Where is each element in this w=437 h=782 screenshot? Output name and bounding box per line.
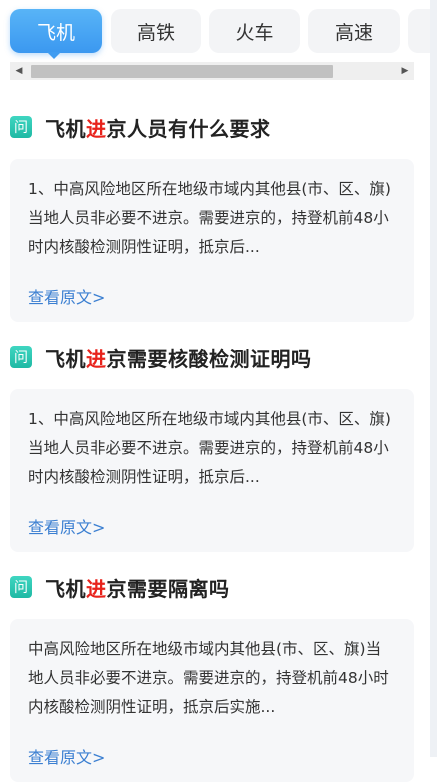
answer-card[interactable]: 1、中高风险地区所在地级市域内其他县(市、区、旗)当地人员非必要不进京。需要进京… (10, 389, 414, 552)
title-highlight: 进 (86, 116, 107, 141)
title-part: 京需要隔离吗 (106, 576, 230, 601)
answer-text: 1、中高风险地区所在地级市域内其他县(市、区、旗)当地人员非必要不进京。需要进京… (28, 180, 391, 256)
title-part: 飞机 (45, 346, 86, 371)
question-section: 问 飞机进京需要隔离吗 中高风险地区所在地级市域内其他县(市、区、旗)当地人员非… (10, 569, 414, 782)
question-icon: 问 (10, 576, 32, 598)
title-part: 飞机 (45, 576, 86, 601)
answer-text: 1、中高风险地区所在地级市域内其他县(市、区、旗)当地人员非必要不进京。需要进京… (28, 410, 391, 486)
answer-text: 中高风险地区所在地级市域内其他县(市、区、旗)当地人员非必要不进京。需要进京的，… (28, 640, 389, 716)
view-original-link[interactable]: 查看原文> (28, 744, 105, 768)
title-part: 飞机 (45, 116, 86, 141)
view-original-link[interactable]: 查看原文> (28, 284, 105, 308)
transport-tabs: 飞机 高铁 火车 高速 (0, 0, 437, 62)
question-section: 问 飞机进京人员有什么要求 1、中高风险地区所在地级市域内其他县(市、区、旗)当… (10, 109, 414, 322)
view-original-link[interactable]: 查看原文> (28, 514, 105, 538)
question-icon: 问 (10, 116, 32, 138)
title-highlight: 进 (86, 346, 107, 371)
answer-card[interactable]: 中高风险地区所在地级市域内其他县(市、区、旗)当地人员非必要不进京。需要进京的，… (10, 619, 414, 782)
active-tab-pointer (47, 52, 61, 59)
scroll-right-icon[interactable]: ▶ (396, 62, 414, 80)
title-part: 京人员有什么要求 (106, 116, 271, 141)
title-highlight: 进 (86, 576, 107, 601)
title-part: 京需要核酸检测证明吗 (106, 346, 312, 371)
question-header[interactable]: 问 飞机进京人员有什么要求 (10, 109, 414, 145)
tab-plane[interactable]: 飞机 (10, 9, 102, 53)
question-header[interactable]: 问 飞机进京需要核酸检测证明吗 (10, 339, 414, 375)
question-title[interactable]: 飞机进京人员有什么要求 (45, 113, 271, 142)
page-right-edge (430, 0, 437, 757)
tab-high-speed-rail[interactable]: 高铁 (111, 9, 201, 53)
scroll-left-icon[interactable]: ◀ (10, 62, 28, 80)
question-title[interactable]: 飞机进京需要隔离吗 (45, 573, 230, 602)
tab-train[interactable]: 火车 (209, 9, 300, 53)
question-icon: 问 (10, 346, 32, 368)
scroll-thumb[interactable] (31, 65, 333, 78)
answer-card[interactable]: 1、中高风险地区所在地级市域内其他县(市、区、旗)当地人员非必要不进京。需要进京… (10, 159, 414, 322)
question-header[interactable]: 问 飞机进京需要隔离吗 (10, 569, 414, 605)
tab-highway[interactable]: 高速 (308, 9, 400, 53)
question-title[interactable]: 飞机进京需要核酸检测证明吗 (45, 343, 312, 372)
horizontal-scrollbar[interactable]: ◀ ▶ (10, 62, 414, 80)
question-section: 问 飞机进京需要核酸检测证明吗 1、中高风险地区所在地级市域内其他县(市、区、旗… (10, 339, 414, 552)
